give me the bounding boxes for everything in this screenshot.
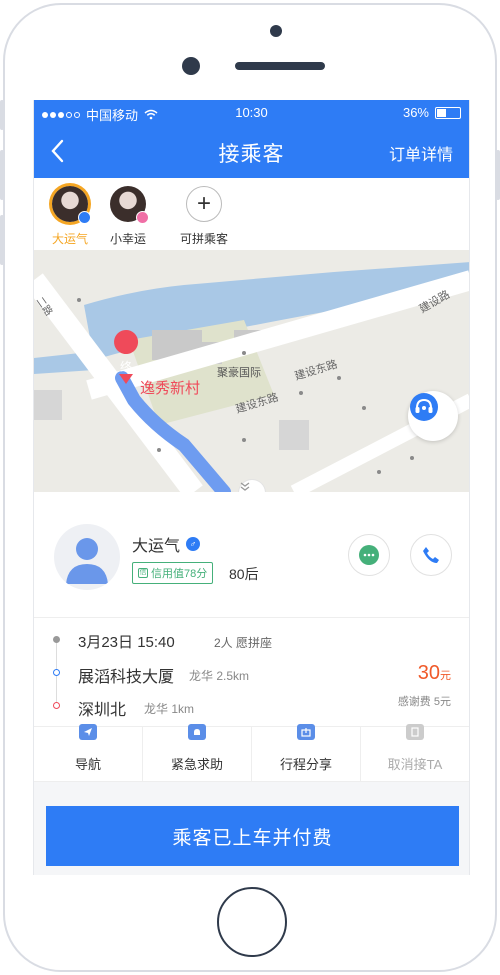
credit-icon: 信 [138,568,148,578]
front-camera [270,25,282,37]
phone-icon [423,547,439,563]
plus-icon: + [186,186,222,222]
fare-amount: 30 [417,662,440,684]
passenger-name: 小幸运 [109,232,146,246]
mute-switch [0,100,4,130]
passenger-tab-2[interactable]: 小幸运 [106,186,150,247]
bottom-bar: 乘客已上车并付费 [34,781,469,875]
emergency-button[interactable]: 紧急求助 [143,724,252,781]
avatar [110,186,149,224]
passenger-boarded-button[interactable]: 乘客已上车并付费 [46,806,459,866]
order-card: 大运气 ♂ 信 信用值78分 80后 3月23日 15:40 2人 愿拼座 展滔… [34,492,469,781]
add-passenger-button[interactable]: + 可拼乘客 [164,186,244,247]
cancel-pickup-button[interactable]: 取消接TA [361,724,469,781]
credit-score: 信用值78分 [151,568,208,580]
emergency-icon [188,724,206,740]
nav-bar: 接乘客 订单详情 [34,125,469,178]
earpiece-speaker [235,62,325,70]
home-button[interactable] [217,887,287,957]
cancel-icon [406,724,424,740]
destination-label: 逸秀新村 [140,379,200,397]
passenger-name: 大运气 [132,538,181,555]
volume-down-button [0,215,4,265]
fare-unit: 元 [440,670,451,682]
male-badge-icon [78,211,91,224]
trip-info: 3月23日 15:40 2人 愿拼座 展滔科技大厦 龙华 2.5km 深圳北 龙… [34,618,469,726]
origin-name: 展滔科技大厦 [78,669,175,686]
map-view[interactable]: 终 逸秀新村 聚豪国际 建设东路 建设东路 建设路 二路 [34,250,469,492]
user-avatar-icon [66,538,108,584]
passenger-name: 大运气 [51,232,88,246]
add-passenger-label: 可拼乘客 [179,232,228,246]
customer-service-button[interactable] [408,391,458,441]
destination-name: 深圳北 [78,702,127,719]
chat-icon [359,545,379,565]
building [279,420,309,450]
proximity-sensor [182,57,200,75]
passenger-tabs: 大运气 小幸运 + 可拼乘客 [34,178,469,250]
passenger-info: 大运气 ♂ 信 信用值78分 80后 [34,492,469,618]
action-label: 紧急求助 [170,757,223,772]
call-button[interactable] [410,534,452,576]
battery-percent: 36% [402,105,429,120]
navigation-button[interactable]: 导航 [34,724,143,781]
status-bar: 中国移动 10:30 36% [34,100,469,125]
credit-badge: 信 信用值78分 [132,562,214,584]
message-button[interactable] [348,534,390,576]
building [34,390,62,420]
action-label: 取消接TA [387,757,443,772]
action-label: 行程分享 [279,757,332,772]
avatar [52,186,91,224]
time-dot [53,636,60,643]
map-canvas: 终 逸秀新村 聚豪国际 建设东路 建设东路 建设路 二路 [34,250,469,492]
passenger-name-row: 大运气 ♂ [132,532,201,556]
navigation-icon [79,724,97,740]
power-button [496,150,500,200]
action-bar: 导航 紧急求助 行程分享 取消接TA [34,724,469,781]
share-icon [297,724,315,740]
app-screen: 中国移动 10:30 36% 接乘客 订单详情 大运气 小幸运 + 可拼乘客 终… [33,100,470,875]
destination-pin [114,330,139,354]
male-gender-icon: ♂ [186,537,201,551]
area-label: 聚豪国际 [217,365,261,379]
seat-info: 2人 愿拼座 [214,636,273,650]
departure-time: 3月23日 15:40 [78,634,175,651]
destination-marker-label: 终 [120,359,132,374]
battery-icon [435,106,461,119]
volume-up-button [0,150,4,200]
destination-distance: 龙华 1km [144,702,195,716]
passenger-tab-1[interactable]: 大运气 [48,186,92,247]
thanks-fee: 感谢费 5元 [397,696,451,708]
chevron-down-icon [240,482,250,491]
origin-distance: 龙华 2.5km [189,669,250,683]
share-trip-button[interactable]: 行程分享 [252,724,361,781]
destination-dot [53,702,60,709]
action-label: 导航 [74,757,101,772]
headset-icon [410,393,438,421]
age-group: 80后 [229,566,259,582]
origin-dot [53,669,60,676]
avatar [54,524,120,590]
order-detail-link[interactable]: 订单详情 [389,141,453,165]
female-badge-icon [136,211,149,224]
fare: 30元 [418,662,451,685]
